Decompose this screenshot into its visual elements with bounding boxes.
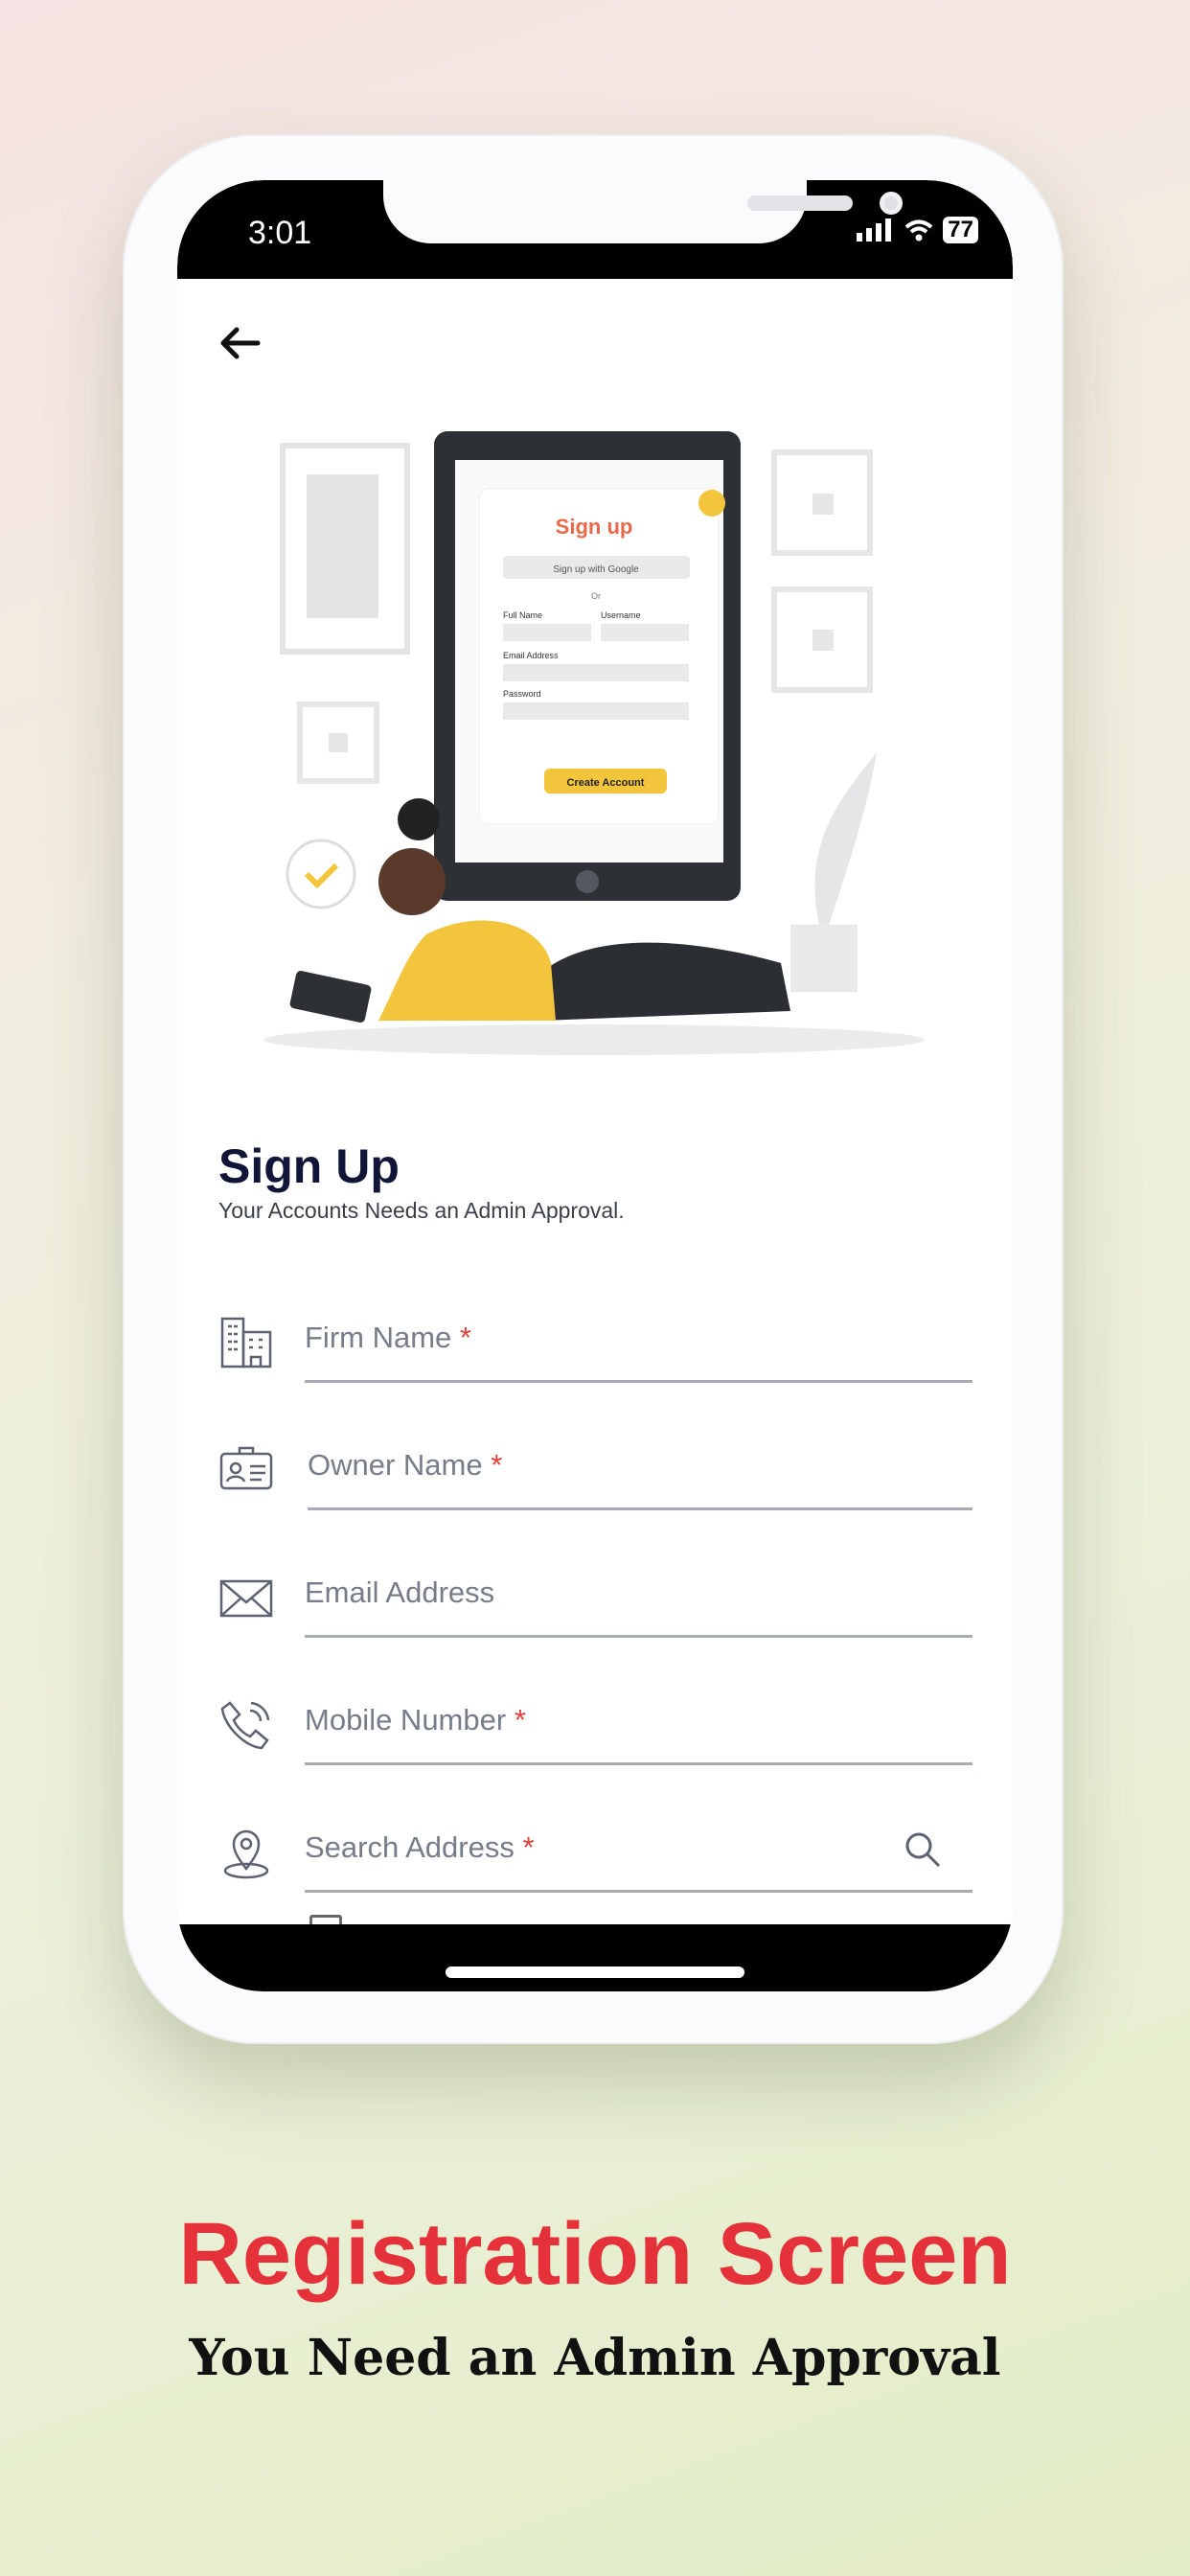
home-indicator[interactable] xyxy=(446,1966,744,1978)
illus-email: Email Address xyxy=(503,651,559,660)
illus-google: Sign up with Google xyxy=(553,564,639,575)
location-pin-icon xyxy=(223,1829,269,1879)
status-icons: 77 xyxy=(857,217,978,243)
required-asterisk: * xyxy=(514,1703,526,1736)
wifi-icon xyxy=(905,219,933,242)
field-label: Email Address xyxy=(305,1576,495,1609)
illus-password: Password xyxy=(503,689,541,699)
mobile-number-field[interactable]: Mobile Number * xyxy=(218,1686,973,1782)
page-title: Sign Up xyxy=(218,1139,400,1193)
signal-icon xyxy=(857,218,892,242)
home-indicator-bar xyxy=(177,1924,1013,1991)
caption-subtitle: You Need an Admin Approval xyxy=(189,2329,1001,2387)
status-time: 3:01 xyxy=(248,215,312,251)
field-underline xyxy=(308,1507,973,1510)
camera xyxy=(880,192,903,215)
required-asterisk: * xyxy=(459,1321,471,1354)
illus-fullname: Full Name xyxy=(503,610,542,620)
email-field[interactable]: Email Address xyxy=(218,1558,973,1654)
search-address-field[interactable]: Search Address * xyxy=(218,1813,973,1909)
field-label: Mobile Number xyxy=(305,1703,507,1736)
required-asterisk: * xyxy=(491,1448,503,1482)
notch xyxy=(383,180,903,243)
speaker xyxy=(747,196,853,211)
field-underline xyxy=(305,1762,973,1765)
field-label: Owner Name xyxy=(308,1448,483,1482)
field-label: Firm Name xyxy=(305,1321,452,1354)
id-card-icon xyxy=(219,1446,273,1490)
building-icon xyxy=(220,1317,272,1368)
field-label: Search Address xyxy=(305,1830,515,1864)
battery-indicator: 77 xyxy=(943,217,978,243)
back-arrow-icon[interactable] xyxy=(212,314,269,372)
illus-title: Sign up xyxy=(556,515,633,539)
caption-title: Registration Screen xyxy=(178,2205,1012,2303)
field-underline xyxy=(305,1380,973,1383)
phone-screen: 3:01 77 Sign up Sign up with Google Or F… xyxy=(177,180,1013,1991)
illus-username: Username xyxy=(601,610,641,620)
required-asterisk: * xyxy=(522,1830,535,1864)
signup-illustration: Sign up Sign up with Google Or Full Name… xyxy=(263,431,925,1055)
illus-button: Create Account xyxy=(567,777,645,789)
field-underline xyxy=(305,1635,973,1638)
phone-icon xyxy=(220,1701,270,1750)
page-subtitle: Your Accounts Needs an Admin Approval. xyxy=(218,1198,625,1223)
envelope-icon xyxy=(219,1579,273,1618)
illus-or: Or xyxy=(591,591,601,601)
owner-name-field[interactable]: Owner Name * xyxy=(218,1431,973,1527)
status-bar: 3:01 77 xyxy=(177,180,1013,279)
field-underline xyxy=(305,1890,973,1893)
search-icon[interactable] xyxy=(902,1828,944,1871)
firm-name-field[interactable]: Firm Name * xyxy=(218,1303,973,1399)
